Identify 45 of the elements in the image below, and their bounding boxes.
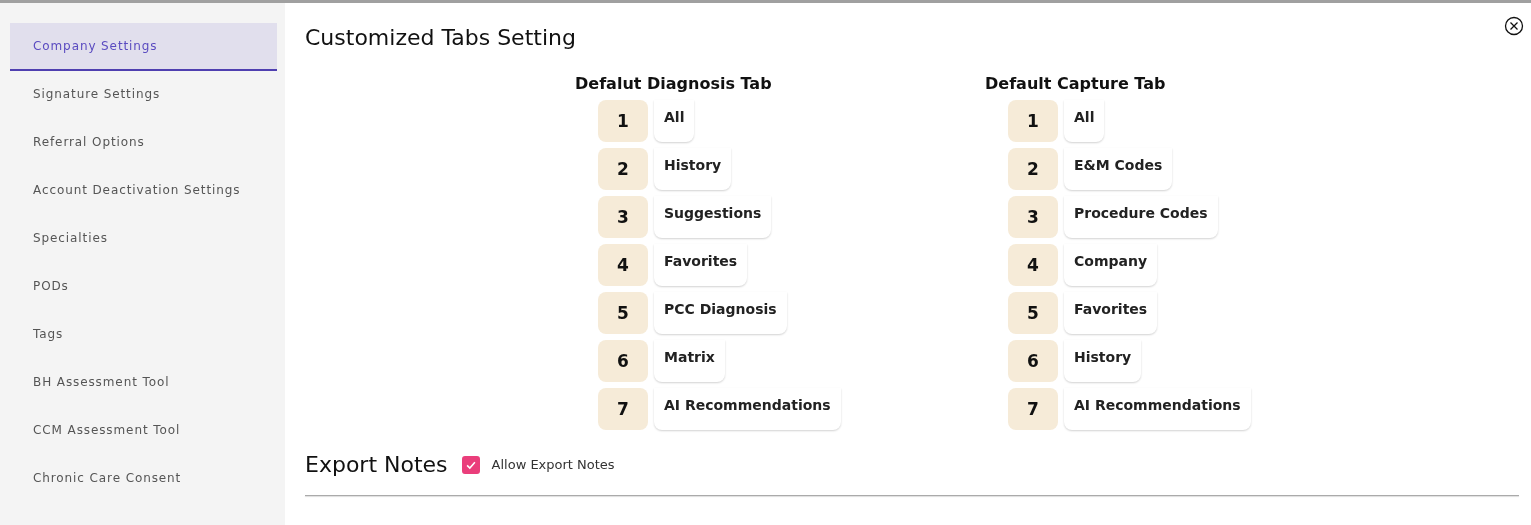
- order-number: 4: [1008, 244, 1058, 286]
- tab-chip[interactable]: History: [654, 148, 732, 190]
- tab-chip[interactable]: E&M Codes: [1064, 148, 1173, 190]
- sidebar-item[interactable]: Signature Settings: [10, 71, 277, 119]
- order-number: 6: [598, 340, 648, 382]
- sidebar-item[interactable]: Tags: [10, 311, 277, 359]
- sidebar-item[interactable]: BH Assessment Tool: [10, 359, 277, 407]
- sidebar-item[interactable]: Account Deactivation Settings: [10, 167, 277, 215]
- tab-chip[interactable]: History: [1064, 340, 1142, 382]
- order-number: 5: [598, 292, 648, 334]
- tab-chip[interactable]: Matrix: [654, 340, 725, 382]
- order-number: 3: [598, 196, 648, 238]
- section-heading: Export Notes: [305, 452, 448, 477]
- order-number: 7: [598, 388, 648, 430]
- tab-chip[interactable]: AI Recommendations: [654, 388, 841, 430]
- sidebar-item[interactable]: Specialties: [10, 215, 277, 263]
- sidebar-item[interactable]: Company Settings: [10, 23, 277, 71]
- tab-chip[interactable]: Favorites: [654, 244, 748, 286]
- column-heading: Defalut Diagnosis Tab: [575, 74, 773, 94]
- order-number: 1: [598, 100, 648, 142]
- checkbox[interactable]: [461, 455, 480, 474]
- order-number: 7: [1008, 388, 1058, 430]
- order-number: 2: [598, 148, 648, 190]
- tab-chip[interactable]: All: [654, 100, 695, 142]
- tab-chip[interactable]: Company: [1064, 244, 1158, 286]
- order-number: 3: [1008, 196, 1058, 238]
- sidebar-item[interactable]: PODs: [10, 263, 277, 311]
- checkbox-label: Allow Export Notes: [491, 457, 615, 472]
- tab-chip[interactable]: Suggestions: [654, 196, 772, 238]
- sidebar-item[interactable]: Referral Options: [10, 119, 277, 167]
- order-number: 6: [1008, 340, 1058, 382]
- column-heading: Default Capture Tab: [985, 74, 1167, 94]
- order-number: 1: [1008, 100, 1058, 142]
- tab-chip[interactable]: PCC Diagnosis: [654, 292, 787, 334]
- tab-chip[interactable]: Favorites: [1064, 292, 1158, 334]
- close-icon[interactable]: [1504, 16, 1524, 36]
- order-number: 5: [1008, 292, 1058, 334]
- sidebar-item[interactable]: Chronic Care Consent: [10, 455, 277, 503]
- tab-chip[interactable]: AI Recommendations: [1064, 388, 1251, 430]
- tab-chip[interactable]: Procedure Codes: [1064, 196, 1218, 238]
- sidebar-item[interactable]: CCM Assessment Tool: [10, 407, 277, 455]
- order-number: 2: [1008, 148, 1058, 190]
- page-title: Customized Tabs Setting: [305, 25, 576, 50]
- tab-chip[interactable]: All: [1064, 100, 1105, 142]
- order-number: 4: [598, 244, 648, 286]
